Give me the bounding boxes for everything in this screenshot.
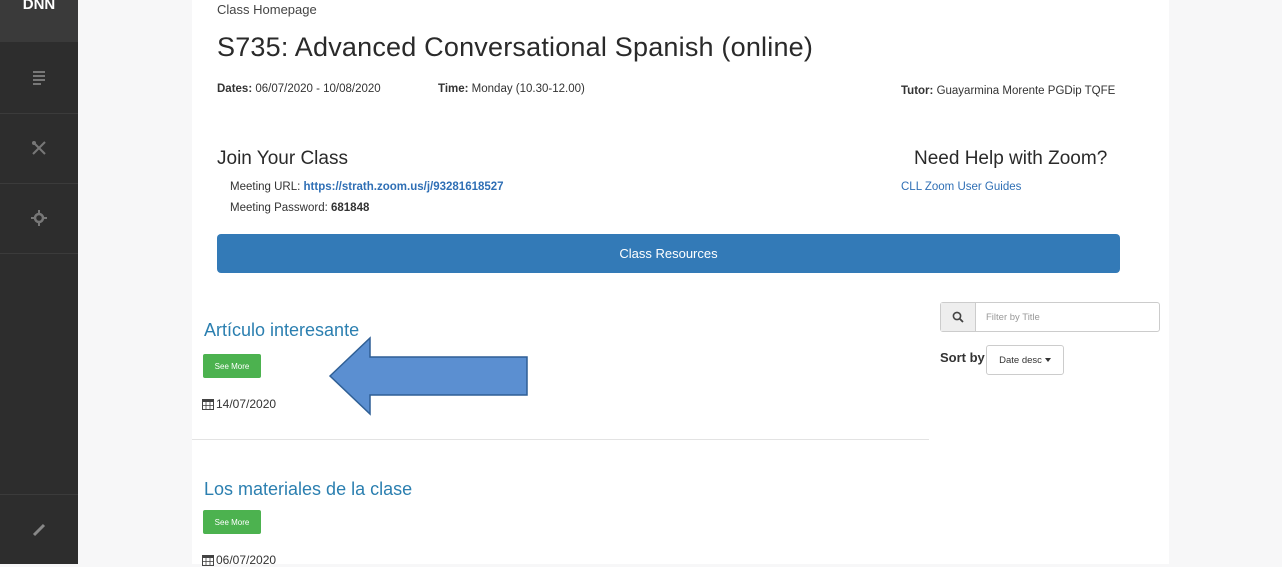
sort-label: Sort by: [940, 350, 985, 365]
item-date: 14/07/2020: [202, 397, 276, 411]
calendar-icon: [202, 399, 214, 410]
search-icon[interactable]: [941, 303, 976, 331]
meeting-password-label: Meeting Password:: [230, 202, 328, 214]
item-date: 06/07/2020: [202, 553, 276, 567]
dnn-logo[interactable]: DNN: [0, 0, 78, 42]
tutor-value: Guayarmina Morente PGDip TQFE: [936, 85, 1116, 97]
see-more-button[interactable]: See More: [203, 354, 261, 378]
meeting-password-line: Meeting Password: 681848: [230, 202, 369, 214]
item-title[interactable]: Los materiales de la clase: [204, 479, 412, 500]
class-dates: Dates: 06/07/2020 - 10/08/2020: [217, 83, 381, 95]
sort-dropdown[interactable]: Date desc: [986, 345, 1064, 375]
tutor-label: Tutor:: [901, 85, 934, 97]
dates-value: 06/07/2020 - 10/08/2020: [255, 83, 381, 95]
filter-by-title: [940, 302, 1160, 332]
meeting-url-link[interactable]: https://strath.zoom.us/j/93281618527: [304, 181, 504, 193]
meeting-password-value: 681848: [331, 202, 370, 214]
item-divider: [192, 439, 929, 440]
calendar-icon: [202, 555, 214, 566]
class-tutor: Tutor: Guayarmina Morente PGDip TQFE: [901, 83, 1121, 100]
item-date-text: 14/07/2020: [216, 397, 277, 411]
annotation-arrow-icon: [328, 336, 528, 416]
class-resources-button[interactable]: Class Resources: [217, 234, 1120, 273]
item-date-text: 06/07/2020: [216, 553, 277, 567]
pages-icon[interactable]: [0, 43, 78, 114]
caret-down-icon: [1044, 358, 1051, 362]
meeting-url-label: Meeting URL:: [230, 181, 301, 193]
zoom-guides-link[interactable]: CLL Zoom User Guides: [901, 181, 1021, 193]
time-label: Time:: [438, 83, 469, 95]
meeting-url-line: Meeting URL: https://strath.zoom.us/j/93…: [230, 181, 504, 193]
dates-label: Dates:: [217, 83, 253, 95]
class-time: Time: Monday (10.30-12.00): [438, 83, 585, 95]
edit-icon[interactable]: [0, 494, 78, 565]
sort-selected: Date desc: [999, 354, 1042, 366]
see-more-button[interactable]: See More: [203, 510, 261, 534]
sidebar: DNN: [0, 0, 78, 564]
join-heading: Join Your Class: [217, 148, 348, 169]
logo-text: DNN: [22, 0, 56, 13]
main-content: Class Homepage S735: Advanced Conversati…: [192, 0, 1169, 567]
tools-icon[interactable]: [0, 113, 78, 184]
filter-input[interactable]: [976, 303, 1159, 331]
zoom-help-heading: Need Help with Zoom?: [914, 148, 1108, 169]
page-title: S735: Advanced Conversational Spanish (o…: [217, 32, 814, 62]
time-value: Monday (10.30-12.00): [471, 83, 585, 95]
breadcrumb: Class Homepage: [217, 2, 317, 17]
settings-icon[interactable]: [0, 183, 78, 254]
